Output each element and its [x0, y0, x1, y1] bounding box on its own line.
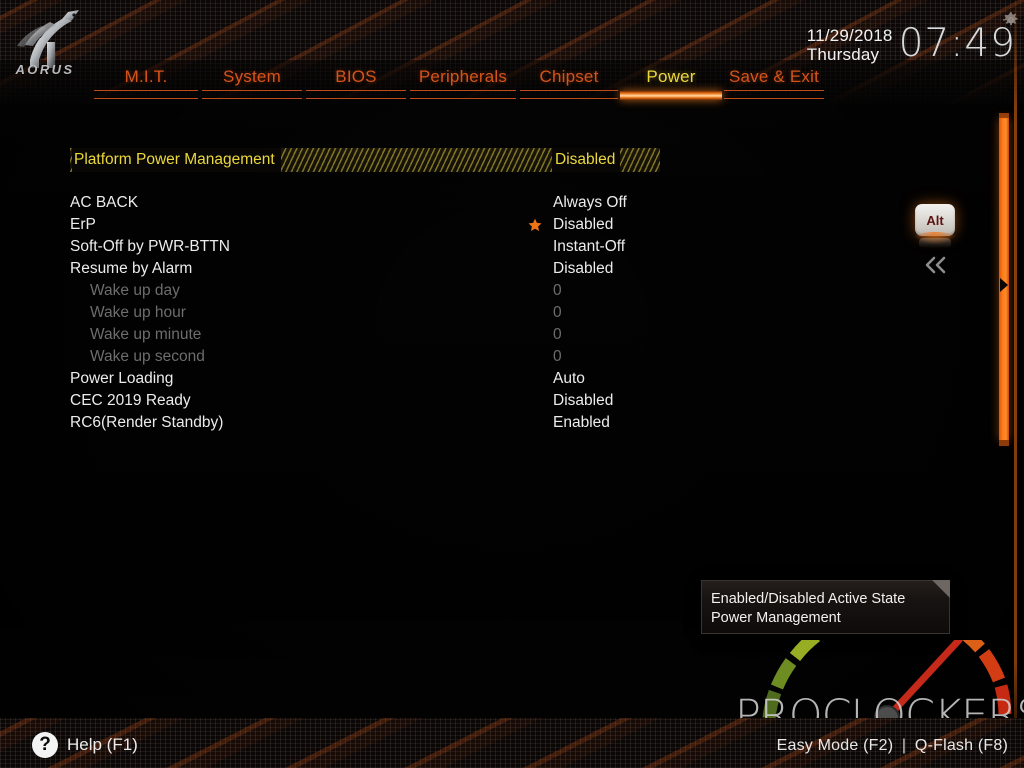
question-mark-icon: ?	[32, 732, 58, 758]
settings-row[interactable]: CEC 2019 Ready Disabled	[70, 390, 670, 412]
setting-value[interactable]: Disabled	[553, 390, 613, 412]
setting-value[interactable]: 0	[553, 280, 562, 302]
setting-value[interactable]: 0	[553, 346, 562, 368]
settings-row[interactable]: RC6(Render Standby) Enabled	[70, 412, 670, 434]
setting-value[interactable]: Disabled	[553, 258, 613, 280]
setting-value[interactable]: Enabled	[553, 412, 610, 434]
section-header-label[interactable]: Platform Power Management	[72, 148, 281, 172]
settings-row[interactable]: Resume by Alarm Disabled	[70, 258, 670, 280]
footer-shortcuts: Easy Mode (F2) | Q-Flash (F8)	[777, 737, 1008, 755]
setting-label: Power Loading	[70, 370, 174, 387]
section-header-value[interactable]: Disabled	[552, 148, 621, 172]
bios-screen: AORUS 11/29/2018 Thursday 07:49 M.I.T. Sy…	[0, 0, 1024, 768]
alt-key-reflection	[919, 238, 951, 248]
setting-label: Soft-Off by PWR-BTTN	[70, 238, 230, 255]
setting-value[interactable]: 0	[553, 324, 562, 346]
help-button[interactable]: ? Help (F1)	[32, 732, 138, 758]
setting-value[interactable]: 0	[553, 302, 562, 324]
double-chevron-left-icon[interactable]	[920, 252, 952, 278]
triangle-right-icon[interactable]	[1000, 278, 1008, 292]
screen-edge-glow	[1014, 0, 1017, 768]
setting-value[interactable]: Instant-Off	[553, 236, 625, 258]
favorite-star-icon[interactable]	[528, 218, 542, 232]
easy-mode-shortcut[interactable]: Easy Mode (F2)	[777, 737, 894, 754]
setting-label: Wake up day	[90, 282, 180, 299]
settings-row[interactable]: ErP Disabled	[70, 214, 670, 236]
q-flash-shortcut[interactable]: Q-Flash (F8)	[915, 737, 1008, 754]
setting-value[interactable]: Disabled	[553, 214, 613, 236]
footer-separator: |	[901, 737, 907, 754]
settings-row[interactable]: AC BACK Always Off	[70, 192, 670, 214]
help-tooltip: Enabled/Disabled Active State Power Mana…	[701, 580, 950, 634]
settings-row[interactable]: Wake up minute 0	[70, 324, 670, 346]
setting-label: RC6(Render Standby)	[70, 414, 224, 431]
scrollbar-cap-bottom	[999, 440, 1009, 446]
setting-value[interactable]: Always Off	[553, 192, 627, 214]
setting-label: Wake up minute	[90, 326, 202, 343]
setting-label: AC BACK	[70, 194, 139, 211]
setting-label: Wake up hour	[90, 304, 186, 321]
settings-list: Platform Power Management Disabled AC BA…	[0, 0, 1024, 768]
setting-label: CEC 2019 Ready	[70, 392, 191, 409]
settings-row[interactable]: Wake up day 0	[70, 280, 670, 302]
help-tooltip-text: Enabled/Disabled Active State Power Mana…	[711, 591, 906, 626]
settings-row[interactable]: Power Loading Auto	[70, 368, 670, 390]
settings-row[interactable]: Soft-Off by PWR-BTTN Instant-Off	[70, 236, 670, 258]
setting-label: ErP	[70, 216, 96, 233]
help-label: Help (F1)	[67, 735, 138, 754]
settings-row[interactable]: Wake up second 0	[70, 346, 670, 368]
settings-row[interactable]: Wake up hour 0	[70, 302, 670, 324]
setting-value[interactable]: Auto	[553, 368, 585, 390]
setting-label: Wake up second	[90, 348, 205, 365]
alt-key-label: Alt	[926, 212, 944, 228]
setting-label: Resume by Alarm	[70, 260, 193, 277]
